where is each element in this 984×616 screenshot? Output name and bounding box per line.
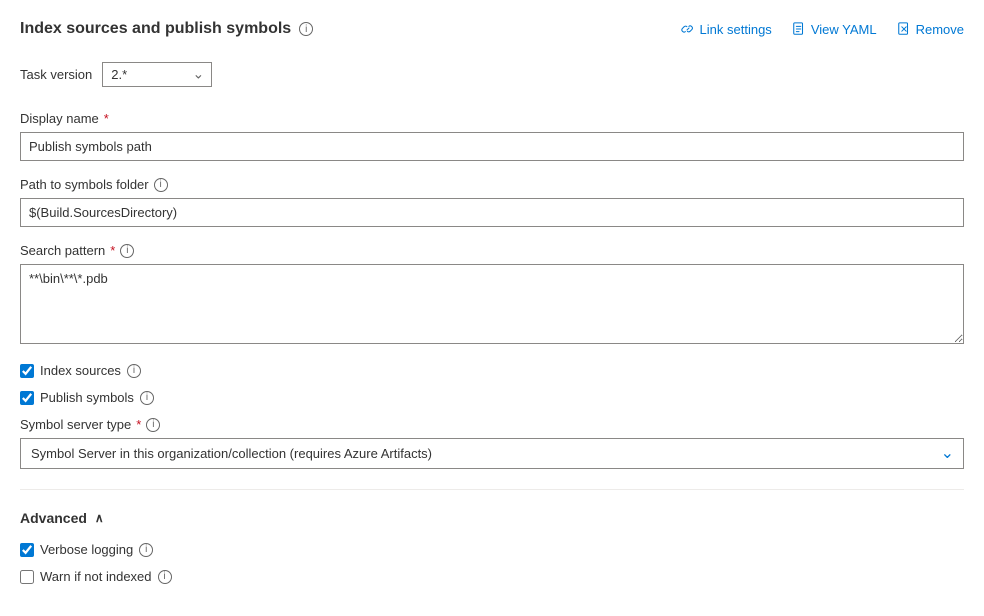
page-title: Index sources and publish symbols [20,20,291,38]
search-pattern-required: * [110,243,115,258]
path-to-symbols-label: Path to symbols folder [20,177,149,192]
section-divider [20,489,964,490]
path-to-symbols-group: Path to symbols folder i [20,177,964,227]
link-settings-label: Link settings [700,22,772,37]
publish-symbols-checkbox[interactable] [20,391,34,405]
task-version-select[interactable]: 2.* 1.* [102,62,212,87]
display-name-label: Display name [20,111,99,126]
symbol-server-type-wrapper: Symbol Server in this organization/colle… [20,438,964,469]
verbose-logging-checkbox[interactable] [20,543,34,557]
view-yaml-label: View YAML [811,22,877,37]
view-yaml-btn[interactable]: View YAML [792,22,877,37]
link-icon [681,22,695,36]
advanced-chevron-icon: ∧ [95,511,104,525]
verbose-logging-label: Verbose logging [40,542,133,557]
warn-not-indexed-row: Warn if not indexed i [20,569,964,584]
symbol-server-type-group: Symbol server type * i Symbol Server in … [20,417,964,469]
display-name-required: * [104,111,109,126]
index-sources-info-icon: i [127,364,141,378]
search-pattern-label: Search pattern [20,243,105,258]
path-to-symbols-input[interactable] [20,198,964,227]
remove-icon [897,22,911,36]
index-sources-row: Index sources i [20,363,964,378]
search-pattern-info-icon: i [120,244,134,258]
warn-not-indexed-checkbox[interactable] [20,570,34,584]
symbol-server-type-info-icon: i [146,418,160,432]
symbol-server-type-label: Symbol server type [20,417,131,432]
task-version-label: Task version [20,67,92,82]
publish-symbols-label: Publish symbols [40,390,134,405]
verbose-logging-info-icon: i [139,543,153,557]
header-info-icon: i [299,22,313,36]
advanced-header[interactable]: Advanced ∧ [20,510,964,526]
index-sources-checkbox[interactable] [20,364,34,378]
display-name-group: Display name * [20,111,964,161]
symbol-server-type-required: * [136,417,141,432]
verbose-logging-row: Verbose logging i [20,542,964,557]
index-sources-label: Index sources [40,363,121,378]
symbol-server-type-select[interactable]: Symbol Server in this organization/colle… [20,438,964,469]
publish-symbols-info-icon: i [140,391,154,405]
remove-label: Remove [916,22,964,37]
path-to-symbols-info-icon: i [154,178,168,192]
link-settings-btn[interactable]: Link settings [681,22,772,37]
advanced-label: Advanced [20,510,87,526]
search-pattern-group: Search pattern * i **\bin\**\*.pdb [20,243,964,347]
task-version-wrapper: 2.* 1.* [102,62,212,87]
remove-btn[interactable]: Remove [897,22,964,37]
publish-symbols-row: Publish symbols i [20,390,964,405]
yaml-icon [792,22,806,36]
display-name-input[interactable] [20,132,964,161]
warn-not-indexed-label: Warn if not indexed [40,569,152,584]
warn-not-indexed-info-icon: i [158,570,172,584]
search-pattern-textarea[interactable]: **\bin\**\*.pdb [20,264,964,344]
